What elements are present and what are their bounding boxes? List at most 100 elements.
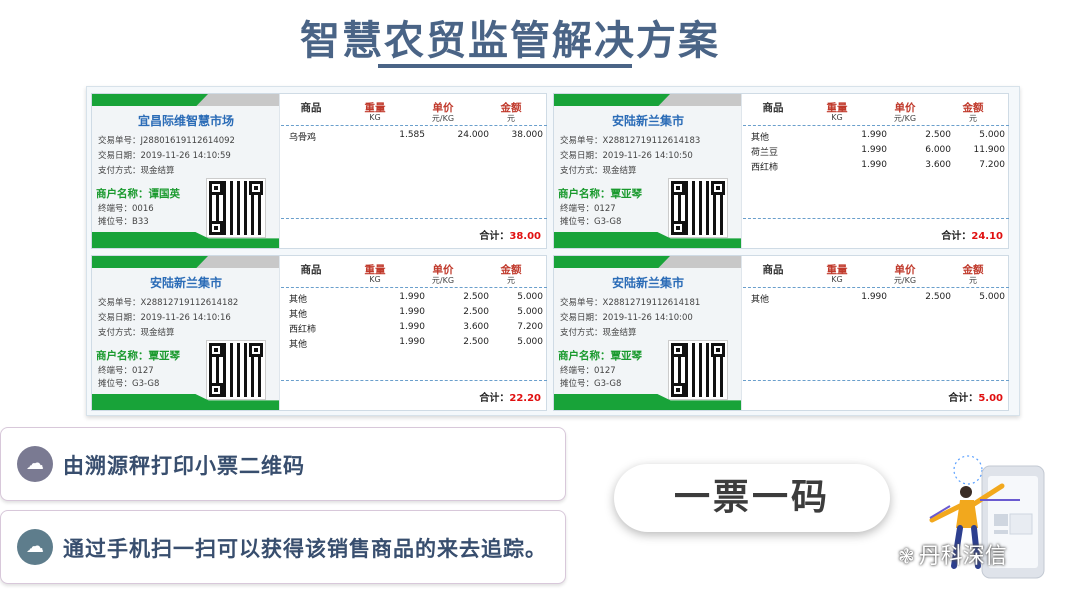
receipt-card: 安陆新兰集市 交易单号：X28812719112614182 交易日期：2019… [91,255,547,411]
item-price: 3.600 [925,160,951,170]
item-amount: 5.000 [979,292,1005,302]
receipt-card: 宜昌际维智慧市场 交易单号：J28801619112614092 交易日期：20… [91,93,547,249]
payment-method: 支付方式：现金结算 [560,328,637,338]
total-label: 合计： [479,393,510,404]
merchant-name: 商户名称：覃亚琴 [558,188,642,200]
item-name: 西红柿 [751,163,779,173]
item-amount: 11.900 [973,145,1006,155]
receipt-card: 安陆新兰集市 交易单号：X28812719112614181 交易日期：2019… [553,255,1009,411]
qr-code-icon[interactable] [668,178,728,238]
merchant-name: 商户名称：覃亚琴 [96,350,180,362]
item-row: 其他 1.990 2.500 5.000 [743,130,1009,144]
item-row: 其他 1.990 2.500 5.000 [281,307,547,321]
item-price: 3.600 [463,322,489,332]
header-divider [743,125,1009,126]
item-name: 西红柿 [289,325,317,335]
item-price: 6.000 [925,145,951,155]
market-name: 安陆新兰集市 [149,276,222,290]
receipt-items: 商品 重量 单价 金额 KG 元/KG 元 其他 1.990 2.500 5.0… [743,94,1009,248]
item-weight: 1.990 [861,145,887,155]
item-price: 24.000 [457,130,490,140]
terminal-number: 终端号：0016 [98,204,154,214]
page-title: 智慧农贸监管解决方案 [300,18,720,64]
item-row: 其他 1.990 2.500 5.000 [281,292,547,306]
header-divider [281,125,547,126]
item-weight: 1.585 [399,130,425,140]
wechat-icon: ❃ [898,544,915,568]
item-name: 其他 [289,295,308,305]
total: 合计：5.00 [948,389,1003,404]
feature-card-print-qr: ☁ 由溯源秤打印小票二维码 [0,427,566,501]
total-label: 合计： [479,231,510,242]
total-amount: 38.00 [509,231,541,242]
receipt-top-band [92,256,279,268]
total: 合计：22.20 [479,389,541,404]
watermark: ❃ 丹科深信 [898,538,1007,570]
item-amount: 5.000 [979,130,1005,140]
item-weight: 1.990 [861,130,887,140]
header-product: 商品 [762,102,784,114]
transaction-date: 交易日期：2019-11-26 14:10:59 [98,151,231,161]
feature-text: 由溯源秤打印小票二维码 [63,454,305,478]
watermark-text: 丹科深信 [918,544,1007,569]
stall-number: 摊位号：G3-G8 [98,379,160,389]
merchant-name: 商户名称：覃亚琴 [558,350,642,362]
receipt-info: 安陆新兰集市 交易单号：X28812719112614183 交易日期：2019… [554,94,742,248]
unit-amount: 元 [507,114,515,123]
footer-divider [281,380,547,381]
item-weight: 1.990 [861,160,887,170]
footer-divider [743,218,1009,219]
transaction-date: 交易日期：2019-11-26 14:10:00 [560,313,693,323]
unit-weight: KG [369,113,381,122]
receipt-bottom-band [92,232,279,248]
item-price: 2.500 [925,292,951,302]
qr-code-icon[interactable] [206,178,266,238]
receipt-info: 安陆新兰集市 交易单号：X28812719112614182 交易日期：2019… [92,256,280,410]
terminal-number: 终端号：0127 [560,366,616,376]
item-amount: 7.200 [979,160,1005,170]
receipts-panel: 宜昌际维智慧市场 交易单号：J28801619112614092 交易日期：20… [86,86,1020,416]
item-name: 荷兰豆 [751,148,779,158]
market-name: 安陆新兰集市 [611,276,684,290]
item-name: 其他 [751,133,770,143]
receipt-bottom-band [554,232,741,248]
item-weight: 1.990 [399,292,425,302]
item-weight: 1.990 [861,292,887,302]
item-row: 西红柿 1.990 3.600 7.200 [281,322,547,336]
receipt-bottom-band [92,394,279,410]
item-amount: 5.000 [517,307,543,317]
unit-weight: KG [831,113,843,122]
item-price: 2.500 [463,307,489,317]
transaction-date: 交易日期：2019-11-26 14:10:16 [98,313,231,323]
title-underline [378,64,632,68]
total-amount: 22.20 [509,393,541,404]
receipt-top-band [554,94,741,106]
transaction-date: 交易日期：2019-11-26 14:10:50 [560,151,693,161]
qr-code-icon[interactable] [206,340,266,400]
unit-amount: 元 [969,276,977,285]
market-name: 宜昌际维智慧市场 [137,114,234,128]
receipt-card: 安陆新兰集市 交易单号：X28812719112614183 交易日期：2019… [553,93,1009,249]
receipt-items: 商品 重量 单价 金额 KG 元/KG 元 其他 1.990 2.500 5.0… [281,256,547,410]
receipt-items: 商品 重量 单价 金额 KG 元/KG 元 乌骨鸡 1.585 24.000 3… [281,94,547,248]
unit-price: 元/KG [431,114,455,123]
receipt-info: 安陆新兰集市 交易单号：X28812719112614181 交易日期：2019… [554,256,742,410]
item-price: 2.500 [925,130,951,140]
header-divider [281,287,547,288]
item-price: 2.500 [463,337,489,347]
item-name: 其他 [289,310,308,320]
footer-divider [281,218,547,219]
item-weight: 1.990 [399,307,425,317]
item-row: 荷兰豆 1.990 6.000 11.900 [743,145,1009,159]
item-name: 乌骨鸡 [289,133,317,143]
item-price: 2.500 [463,292,489,302]
item-amount: 5.000 [517,337,543,347]
total: 合计：38.00 [479,227,541,242]
item-amount: 7.200 [517,322,543,332]
total-amount: 5.00 [978,393,1003,404]
receipt-top-band [554,256,741,268]
market-name: 安陆新兰集市 [611,114,684,128]
header-divider [743,287,1009,288]
stall-number: 摊位号：G3-G8 [560,379,622,389]
qr-code-icon[interactable] [668,340,728,400]
